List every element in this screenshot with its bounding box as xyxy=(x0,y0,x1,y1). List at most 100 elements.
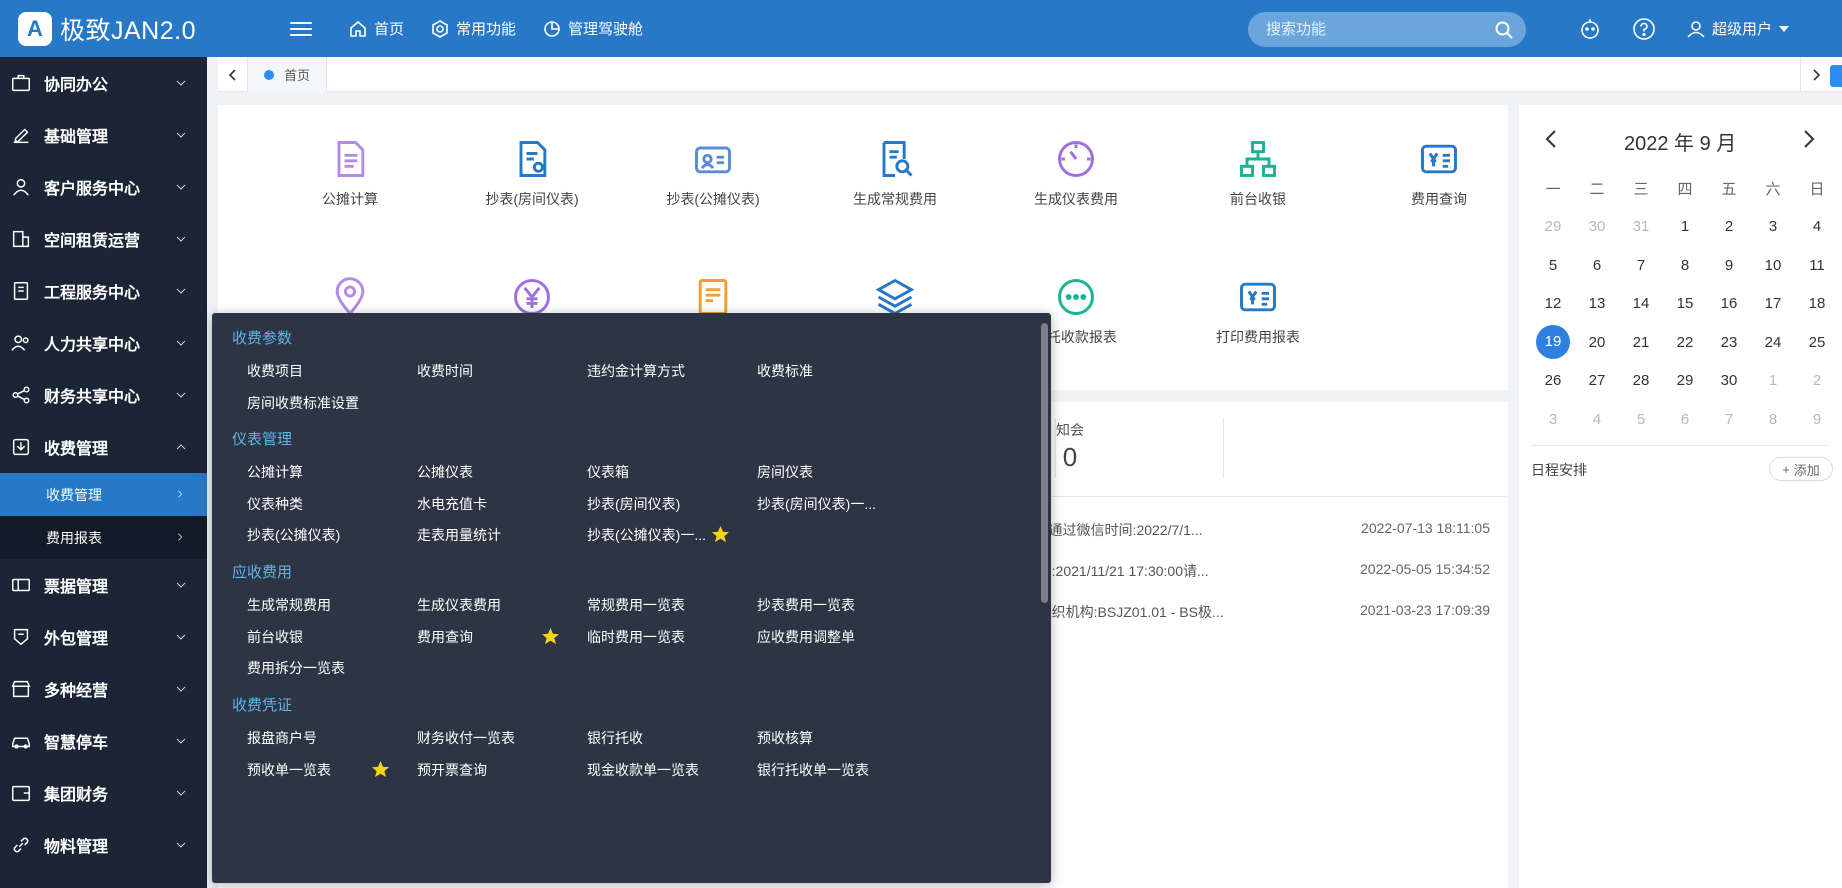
calendar-day[interactable]: 27 xyxy=(1575,372,1619,389)
sidebar-item-3[interactable]: 空间租赁运营 xyxy=(0,213,207,265)
calendar-day[interactable]: 14 xyxy=(1619,295,1663,312)
flyout-menu-item[interactable]: 房间仪表 xyxy=(757,462,813,482)
calendar-day[interactable]: 31 xyxy=(1619,218,1663,235)
nav-cockpit[interactable]: 管理驾驶舱 xyxy=(542,18,643,39)
sidebar-item-1[interactable]: 基础管理 xyxy=(0,109,207,161)
app-shortcut-1[interactable]: 抄表(房间仪表) xyxy=(442,137,622,209)
sidebar-item-7[interactable]: 收费管理 xyxy=(0,421,207,473)
sidebar-item-5[interactable]: 人力共享中心 xyxy=(0,317,207,369)
search-input[interactable] xyxy=(1266,21,1494,38)
calendar-day-today[interactable]: 19 xyxy=(1531,325,1575,360)
calendar-day[interactable]: 10 xyxy=(1751,257,1795,274)
flyout-menu-item[interactable]: 收费标准 xyxy=(757,361,813,381)
flyout-menu-item[interactable]: 抄表(房间仪表) xyxy=(587,494,680,514)
sidebar-item-0[interactable]: 协同办公 xyxy=(0,57,207,109)
sidebar-item-10[interactable]: 多种经营 xyxy=(0,663,207,715)
app-shortcut-3[interactable]: 生成常规费用 xyxy=(805,137,985,209)
flyout-menu-item[interactable]: 费用查询 xyxy=(417,627,473,647)
flyout-menu-item[interactable]: 水电充值卡 xyxy=(417,494,487,514)
flyout-menu-item[interactable]: 抄表(公摊仪表)一... xyxy=(587,525,706,545)
calendar-day[interactable]: 3 xyxy=(1531,411,1575,428)
calendar-day[interactable]: 4 xyxy=(1795,218,1839,235)
calendar-day[interactable]: 30 xyxy=(1707,372,1751,389)
flyout-menu-item[interactable]: 生成常规费用 xyxy=(247,595,331,615)
calendar-day[interactable]: 12 xyxy=(1531,295,1575,312)
calendar-day[interactable]: 15 xyxy=(1663,295,1707,312)
flyout-menu-item[interactable]: 收费项目 xyxy=(247,361,303,381)
calendar-day[interactable]: 1 xyxy=(1663,218,1707,235)
flyout-scrollbar[interactable] xyxy=(1041,323,1048,603)
calendar-day[interactable]: 9 xyxy=(1707,257,1751,274)
flyout-menu-item[interactable]: 公摊计算 xyxy=(247,462,303,482)
flyout-menu-item[interactable]: 房间收费标准设置 xyxy=(247,393,359,413)
sidebar-item-9[interactable]: 外包管理 xyxy=(0,611,207,663)
robot-icon[interactable] xyxy=(1578,17,1602,41)
flyout-menu-item[interactable]: 财务收付一览表 xyxy=(417,728,515,748)
calendar-day[interactable]: 8 xyxy=(1663,257,1707,274)
sidebar-subitem-0[interactable]: 收费管理 xyxy=(0,473,207,516)
flyout-menu-item[interactable]: 临时费用一览表 xyxy=(587,627,685,647)
app-shortcut-5[interactable]: 前台收银 xyxy=(1168,137,1348,209)
calendar-day[interactable]: 16 xyxy=(1707,295,1751,312)
calendar-day[interactable]: 29 xyxy=(1663,372,1707,389)
calendar-day[interactable]: 25 xyxy=(1795,334,1839,351)
calendar-day[interactable]: 6 xyxy=(1663,411,1707,428)
calendar-day[interactable]: 5 xyxy=(1619,411,1663,428)
flyout-menu-item[interactable]: 现金收款单一览表 xyxy=(587,760,699,780)
calendar-day[interactable]: 22 xyxy=(1663,334,1707,351)
calendar-day[interactable]: 23 xyxy=(1707,334,1751,351)
calendar-day[interactable]: 28 xyxy=(1619,372,1663,389)
flyout-menu-item[interactable]: 收费时间 xyxy=(417,361,473,381)
flyout-menu-item[interactable]: 仪表箱 xyxy=(587,462,629,482)
calendar-day[interactable]: 21 xyxy=(1619,334,1663,351)
search-icon[interactable] xyxy=(1494,20,1514,40)
sidebar-subitem-1[interactable]: 费用报表 xyxy=(0,516,207,559)
sidebar-item-12[interactable]: 集团财务 xyxy=(0,767,207,819)
flyout-menu-item[interactable]: 生成仪表费用 xyxy=(417,595,501,615)
flyout-menu-item[interactable]: 常规费用一览表 xyxy=(587,595,685,615)
calendar-day[interactable]: 1 xyxy=(1751,372,1795,389)
sidebar-item-2[interactable]: 客户服务中心 xyxy=(0,161,207,213)
flyout-menu-item[interactable]: 银行托收 xyxy=(587,728,643,748)
app-shortcut-4[interactable]: 生成仪表费用 xyxy=(986,137,1166,209)
app-shortcut-2[interactable]: 抄表(公摊仪表) xyxy=(623,137,803,209)
chevron-left-icon[interactable] xyxy=(1543,129,1561,149)
calendar-day[interactable]: 9 xyxy=(1795,411,1839,428)
sidebar-item-8[interactable]: 票据管理 xyxy=(0,559,207,611)
app-shortcut-8[interactable]: 打印费用报表 xyxy=(1168,275,1348,347)
flyout-menu-item[interactable]: 抄表费用一览表 xyxy=(757,595,855,615)
calendar-day[interactable]: 3 xyxy=(1751,218,1795,235)
star-icon[interactable] xyxy=(712,526,729,543)
tab-home[interactable]: 首页 xyxy=(248,57,328,92)
chevron-right-icon[interactable] xyxy=(1799,129,1817,149)
calendar-day[interactable]: 20 xyxy=(1575,334,1619,351)
user-menu[interactable]: 超级用户 xyxy=(1686,18,1790,39)
calendar-day[interactable]: 29 xyxy=(1531,218,1575,235)
flyout-menu-item[interactable]: 费用拆分一览表 xyxy=(247,658,345,678)
sidebar-item-13[interactable]: 物料管理 xyxy=(0,819,207,871)
sidebar-item-11[interactable]: 智慧停车 xyxy=(0,715,207,767)
calendar-day[interactable]: 2 xyxy=(1795,372,1839,389)
calendar-day[interactable]: 5 xyxy=(1531,257,1575,274)
logo[interactable]: A 极致JAN2.0 xyxy=(0,11,270,47)
calendar-day[interactable]: 8 xyxy=(1751,411,1795,428)
calendar-day[interactable]: 7 xyxy=(1619,257,1663,274)
calendar-day[interactable]: 7 xyxy=(1707,411,1751,428)
message-row[interactable]: ...织机构:BSJZ01.01 - BS极... 2021-03-23 17:0… xyxy=(1040,602,1490,622)
tab-scroll-right[interactable] xyxy=(1800,57,1830,92)
calendar-day[interactable]: 13 xyxy=(1575,295,1619,312)
flyout-menu-item[interactable]: 预收单一览表 xyxy=(247,760,331,780)
flyout-menu-item[interactable]: 银行托收单一览表 xyxy=(757,760,869,780)
flyout-menu-item[interactable]: 走表用量统计 xyxy=(417,525,501,545)
help-icon[interactable] xyxy=(1632,17,1656,41)
calendar-day[interactable]: 11 xyxy=(1795,257,1839,274)
message-row[interactable]: ...:2021/11/21 17:30:00请... 2022-05-05 15… xyxy=(1040,561,1490,581)
sidebar-item-4[interactable]: 工程服务中心 xyxy=(0,265,207,317)
star-icon[interactable] xyxy=(542,627,559,645)
flyout-menu-item[interactable]: 抄表(房间仪表)一... xyxy=(757,494,876,514)
stat-notify[interactable]: 知会 0 xyxy=(1056,420,1084,473)
calendar-day[interactable]: 2 xyxy=(1707,218,1751,235)
flyout-menu-item[interactable]: 公摊仪表 xyxy=(417,462,473,482)
flyout-menu-item[interactable]: 仪表种类 xyxy=(247,494,303,514)
flyout-menu-item[interactable]: 抄表(公摊仪表) xyxy=(247,525,340,545)
